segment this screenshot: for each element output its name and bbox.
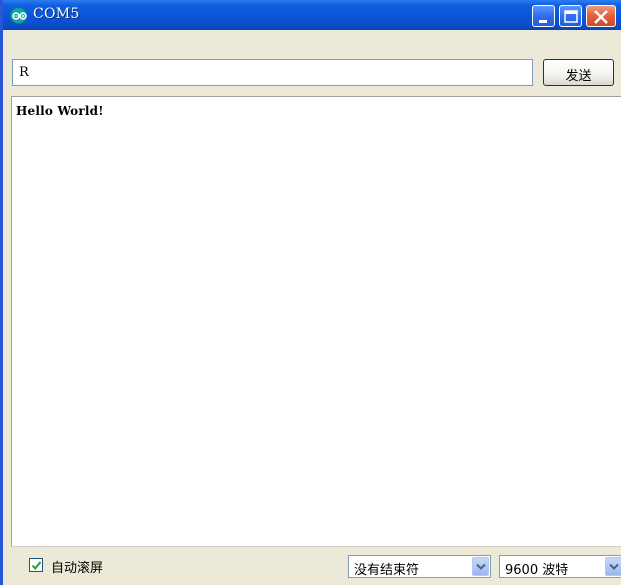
baud-rate-select[interactable]: 9600 波特 xyxy=(499,555,621,578)
line-ending-select[interactable]: 没有结束符 xyxy=(348,555,491,578)
baud-rate-dropdown-button[interactable] xyxy=(605,557,621,576)
close-icon xyxy=(594,10,608,24)
send-toolbar: R 发送 xyxy=(3,30,621,96)
chevron-down-icon xyxy=(609,563,619,570)
close-button[interactable] xyxy=(586,5,616,27)
maximize-icon xyxy=(564,10,578,23)
line-ending-dropdown-button[interactable] xyxy=(472,557,489,576)
line-ending-value: 没有结束符 xyxy=(354,563,420,578)
send-input[interactable]: R xyxy=(12,59,533,86)
autoscroll-label[interactable]: 自动滚屏 xyxy=(51,557,103,576)
title-bar[interactable]: COM5 xyxy=(3,0,621,30)
maximize-button[interactable] xyxy=(559,5,582,27)
baud-rate-value: 9600 波特 xyxy=(505,563,569,578)
checkmark-icon xyxy=(31,561,42,571)
chevron-down-icon xyxy=(476,563,486,570)
serial-output-area[interactable]: Hello World! xyxy=(11,96,621,546)
minimize-button[interactable] xyxy=(532,5,555,27)
arduino-logo-icon xyxy=(10,7,27,24)
send-button[interactable]: 发送 xyxy=(543,59,614,86)
footer-bar: 自动滚屏 没有结束符 9600 波特 xyxy=(11,546,621,585)
minimize-icon xyxy=(539,20,547,23)
autoscroll-checkbox[interactable] xyxy=(29,558,43,572)
serial-monitor-window: COM5 R 发送 Hello World! 自动滚屏 没有结束符 9600 波… xyxy=(0,0,621,585)
serial-output-text: Hello World! xyxy=(16,104,104,118)
window-title: COM5 xyxy=(33,6,80,22)
